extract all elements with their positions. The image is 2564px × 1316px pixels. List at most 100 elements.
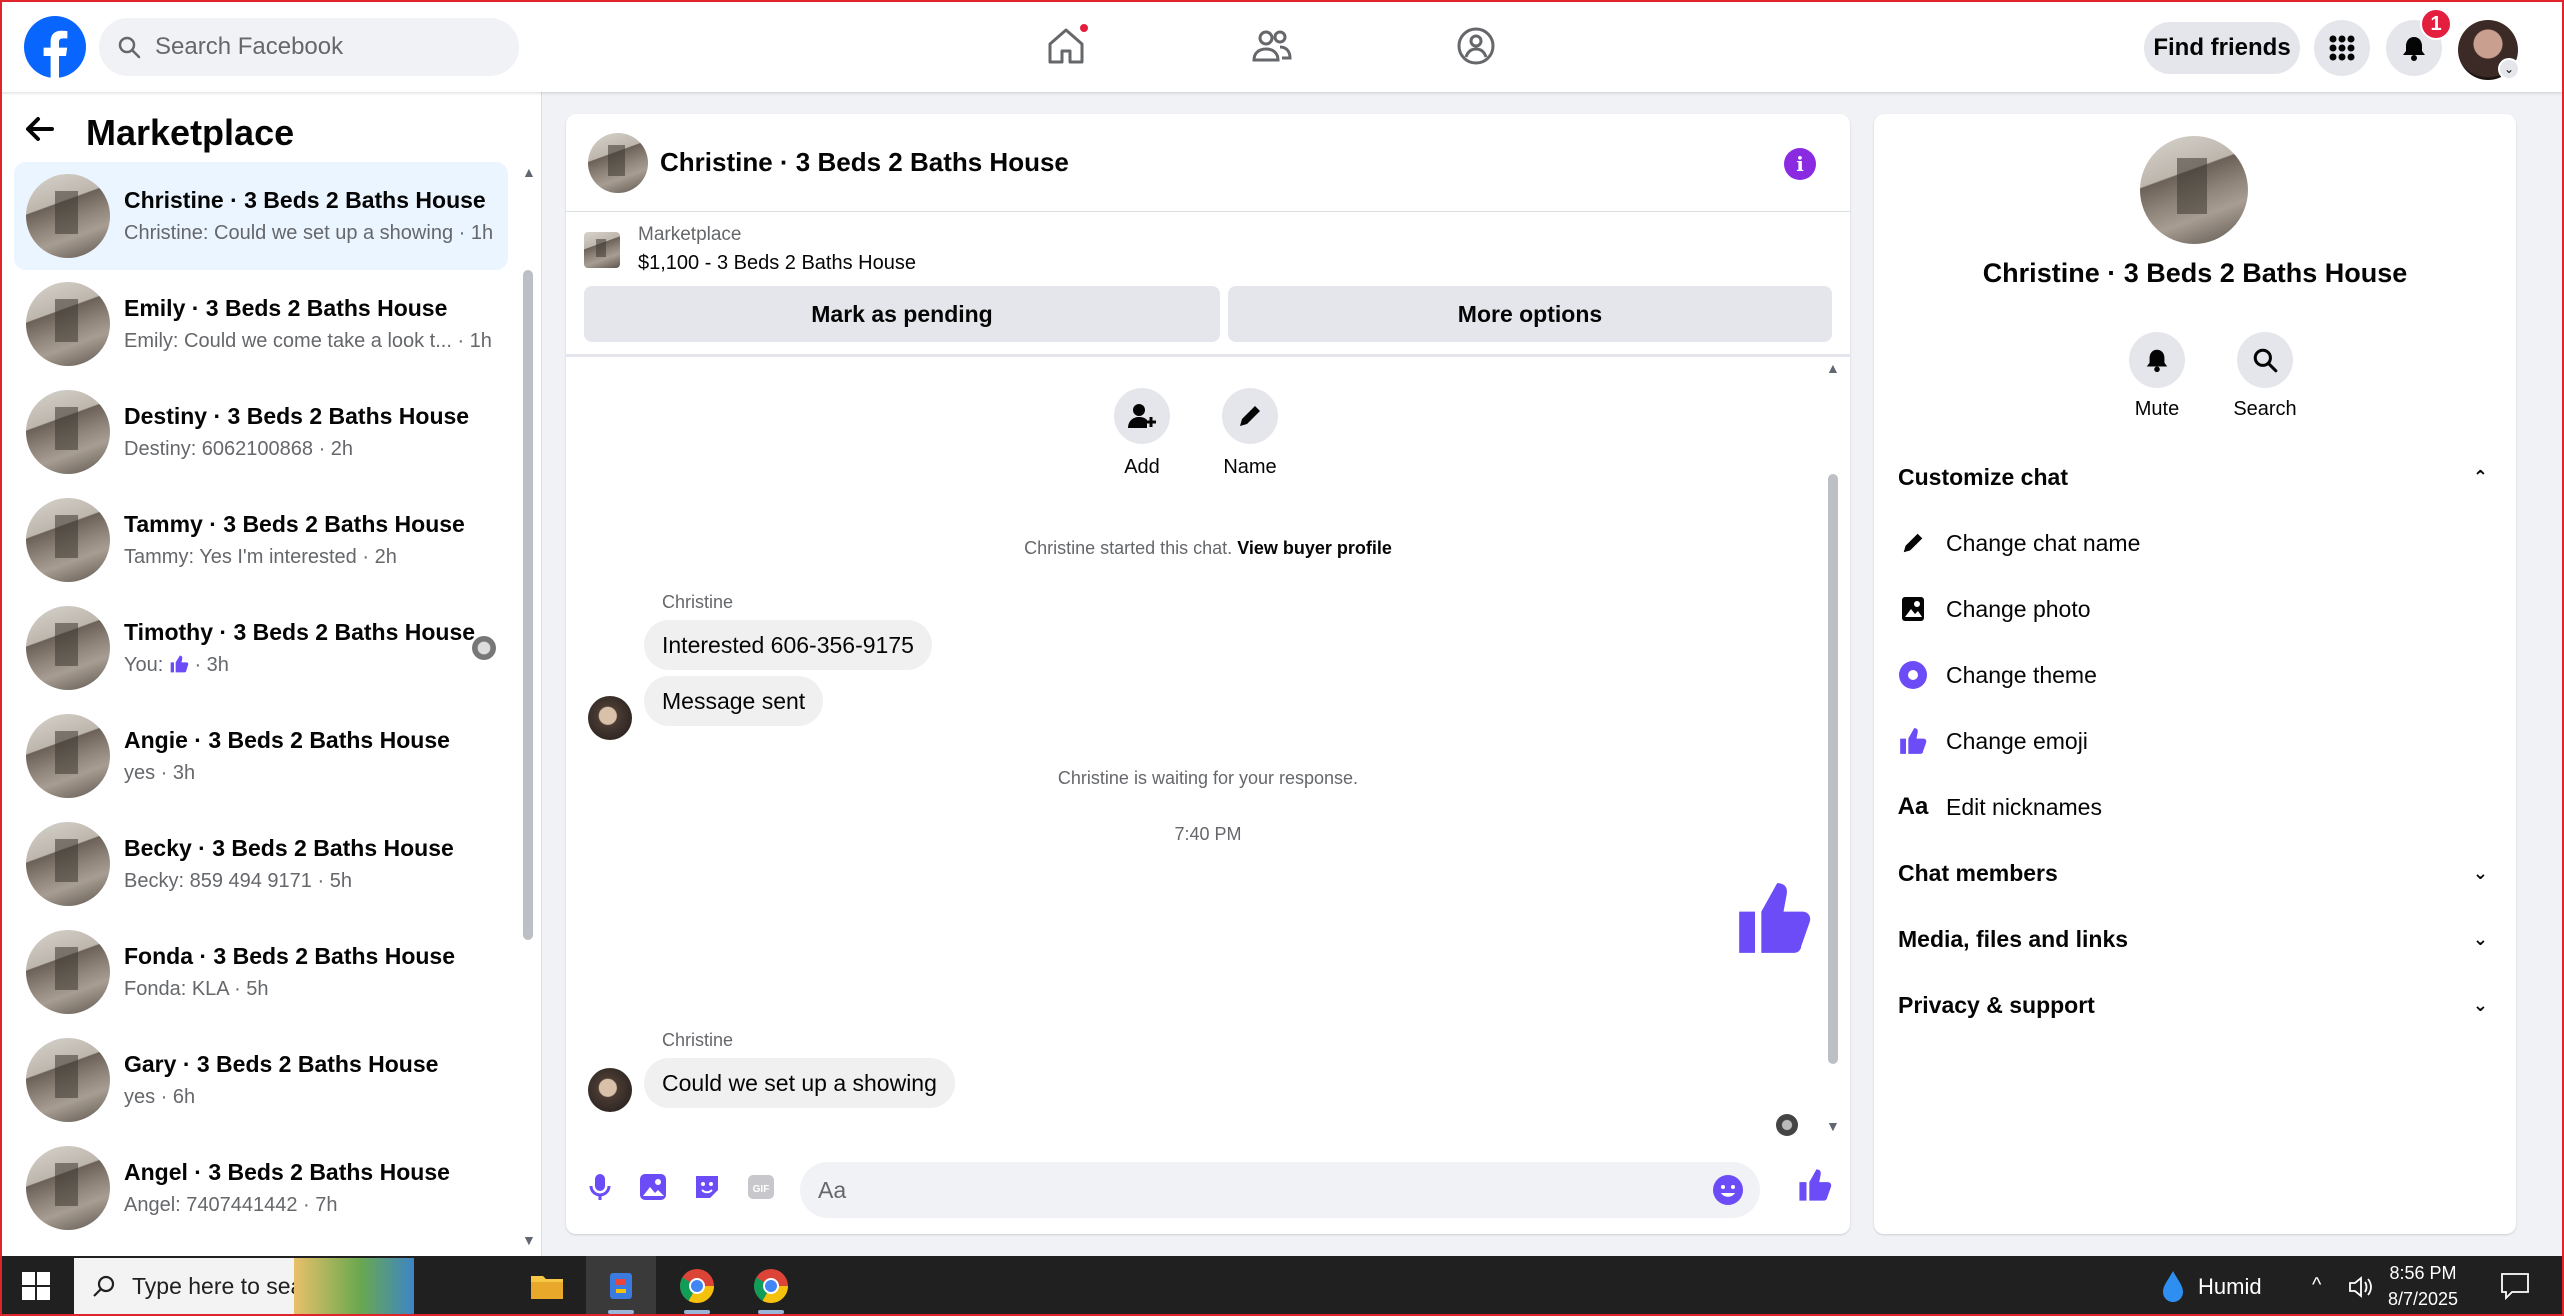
conversation-avatar[interactable] xyxy=(2140,136,2248,244)
privacy-support-section[interactable]: Privacy & support ⌄ xyxy=(1898,980,2492,1030)
mark-as-pending-button[interactable]: Mark as pending xyxy=(584,286,1220,342)
back-arrow-icon[interactable] xyxy=(24,110,72,155)
change-emoji-item[interactable]: Change emoji xyxy=(1898,716,2492,766)
name-chat-action[interactable]: Name xyxy=(1210,388,1290,479)
taskbar-search-box[interactable]: Type here to search xyxy=(74,1258,414,1314)
conversation-item-angie[interactable]: Angie · 3 Beds 2 Baths House yes · 3h xyxy=(14,702,508,810)
more-options-button[interactable]: More options xyxy=(1228,286,1832,342)
scroll-up-arrow-icon[interactable]: ▲ xyxy=(522,164,536,180)
bell-icon xyxy=(2403,37,2425,61)
conversation-item-angel[interactable]: Angel · 3 Beds 2 Baths House Angel: 7407… xyxy=(14,1134,508,1242)
file-explorer-app-icon[interactable] xyxy=(512,1256,582,1316)
facebook-logo-icon[interactable] xyxy=(24,16,86,78)
weather-widget[interactable]: Humid xyxy=(2160,1270,2262,1304)
conversation-preview: Emily: Could we come take a look t... · … xyxy=(124,330,492,352)
message-sender: Christine xyxy=(662,592,734,612)
conversation-preview: You: · 3h xyxy=(124,654,475,677)
item-label: Change chat name xyxy=(1946,529,2141,556)
chrome-profile-app-icon[interactable] xyxy=(736,1256,806,1316)
emoji-icon[interactable] xyxy=(1712,1174,1744,1206)
customize-chat-section[interactable]: Customize chat ⌃ xyxy=(1898,452,2492,502)
chrome-app-icon[interactable] xyxy=(662,1256,732,1316)
message-bubble[interactable]: Could we set up a showing xyxy=(644,1058,955,1108)
message-bubble[interactable]: Interested 606-356-9175 xyxy=(644,620,932,670)
conversation-item-tammy[interactable]: Tammy · 3 Beds 2 Baths House Tammy: Yes … xyxy=(14,486,508,594)
pinned-app-icon[interactable] xyxy=(586,1256,656,1316)
add-label: Add xyxy=(1124,456,1160,478)
add-people-action[interactable]: Add xyxy=(1102,388,1182,479)
conversation-item-christine[interactable]: Christine · 3 Beds 2 Baths House Christi… xyxy=(14,162,508,270)
media-files-links-section[interactable]: Media, files and links ⌄ xyxy=(1898,914,2492,964)
conversation-name: Destiny · 3 Beds 2 Baths House xyxy=(124,403,470,429)
view-buyer-profile-link[interactable]: View buyer profile xyxy=(1237,538,1392,558)
chevron-down-icon: ⌄ xyxy=(2472,862,2488,883)
conversation-item-timothy[interactable]: Timothy · 3 Beds 2 Baths House You: · 3h xyxy=(14,594,508,702)
grid-icon xyxy=(2329,35,2355,61)
sticker-icon[interactable] xyxy=(692,1172,722,1202)
top-navigation-bar: Search Facebook Find friends 1 ⌄ xyxy=(0,0,2564,92)
conversation-item-becky[interactable]: Becky · 3 Beds 2 Baths House Becky: 859 … xyxy=(14,810,508,918)
message-input[interactable]: Aa xyxy=(800,1162,1760,1218)
message-bubble[interactable]: Message sent xyxy=(644,676,824,726)
sender-avatar[interactable] xyxy=(588,696,632,740)
listing-small-thumbnail xyxy=(584,231,620,268)
listing-thumbnail xyxy=(26,822,110,906)
scroll-down-arrow-icon[interactable]: ▼ xyxy=(522,1232,536,1248)
gif-icon[interactable]: GIF xyxy=(746,1172,776,1202)
scroll-down-arrow-icon[interactable]: ▼ xyxy=(1826,1118,1840,1134)
search-in-chat-button[interactable]: Search xyxy=(2220,332,2310,421)
conversation-item-destiny[interactable]: Destiny · 3 Beds 2 Baths House Destiny: … xyxy=(14,378,508,486)
conversation-item-gary[interactable]: Gary · 3 Beds 2 Baths House yes · 6h xyxy=(14,1026,508,1134)
change-photo-item[interactable]: Change photo xyxy=(1898,584,2492,634)
listing-thumbnail xyxy=(26,714,110,798)
chevron-down-icon: ⌄ xyxy=(2472,928,2488,949)
like-send-icon[interactable] xyxy=(1798,1168,1832,1202)
friends-nav-icon[interactable] xyxy=(1250,24,1294,68)
pencil-icon xyxy=(1240,406,1260,426)
home-notification-dot xyxy=(1078,22,1090,34)
conversation-name: Tammy · 3 Beds 2 Baths House xyxy=(124,511,465,537)
chat-title[interactable]: Christine · 3 Beds 2 Baths House xyxy=(660,147,1069,178)
search-icon xyxy=(2253,348,2278,373)
conversation-item-emily[interactable]: Emily · 3 Beds 2 Baths House Emily: Coul… xyxy=(14,270,508,378)
conversation-name: Angie · 3 Beds 2 Baths House xyxy=(124,727,450,753)
system-clock[interactable]: 8:56 PM 8/7/2025 xyxy=(2388,1260,2458,1312)
chat-listing-avatar[interactable] xyxy=(588,132,648,193)
groups-nav-icon[interactable] xyxy=(1454,24,1498,68)
mute-button[interactable]: Mute xyxy=(2112,332,2202,421)
sidebar-scrollbar[interactable] xyxy=(523,270,533,940)
menu-grid-button[interactable] xyxy=(2314,20,2370,76)
like-thumb-icon[interactable] xyxy=(1736,880,1812,956)
conversation-name: Emily · 3 Beds 2 Baths House xyxy=(124,295,448,321)
conversation-item-fonda[interactable]: Fonda · 3 Beds 2 Baths House Fonda: KLA … xyxy=(14,918,508,1026)
edit-nicknames-item[interactable]: Aa Edit nicknames xyxy=(1898,782,2492,832)
chevron-up-icon[interactable]: ^ xyxy=(2312,1274,2321,1297)
windows-start-icon[interactable] xyxy=(22,1272,50,1300)
preview-prefix: You: xyxy=(124,654,164,676)
speaker-icon[interactable] xyxy=(2348,1276,2374,1298)
water-drop-icon xyxy=(2163,1271,2183,1302)
info-icon[interactable]: i xyxy=(1784,148,1816,180)
search-bar[interactable]: Search Facebook xyxy=(99,18,519,76)
sender-avatar[interactable] xyxy=(588,1068,632,1112)
change-chat-name-item[interactable]: Change chat name xyxy=(1898,518,2492,568)
weather-label: Humid xyxy=(2198,1274,2262,1299)
home-nav-icon[interactable] xyxy=(1044,22,1090,68)
photo-icon[interactable] xyxy=(638,1172,668,1202)
listing-summary[interactable]: Marketplace $1,100 - 3 Beds 2 Baths Hous… xyxy=(584,224,916,275)
item-label: Edit nicknames xyxy=(1946,793,2102,820)
find-friends-button[interactable]: Find friends xyxy=(2144,22,2300,74)
chat-scrollbar[interactable] xyxy=(1828,474,1838,1064)
microphone-icon[interactable] xyxy=(586,1172,614,1202)
chevron-down-icon[interactable]: ⌄ xyxy=(2498,58,2520,80)
chat-members-section[interactable]: Chat members ⌄ xyxy=(1898,848,2492,898)
scroll-up-arrow-icon[interactable]: ▲ xyxy=(1826,360,1840,376)
change-theme-item[interactable]: Change theme xyxy=(1898,650,2492,700)
message-input-placeholder: Aa xyxy=(818,1176,847,1203)
chat-header: Christine · 3 Beds 2 Baths House i xyxy=(566,114,1850,212)
conversation-name: Angel · 3 Beds 2 Baths House xyxy=(124,1159,450,1185)
conversation-name: Gary · 3 Beds 2 Baths House xyxy=(124,1051,439,1077)
marketplace-inbox-sidebar: Marketplace Christine · 3 Beds 2 Baths H… xyxy=(0,92,542,1256)
notification-center-icon[interactable] xyxy=(2500,1272,2530,1300)
image-icon xyxy=(1902,597,1924,621)
